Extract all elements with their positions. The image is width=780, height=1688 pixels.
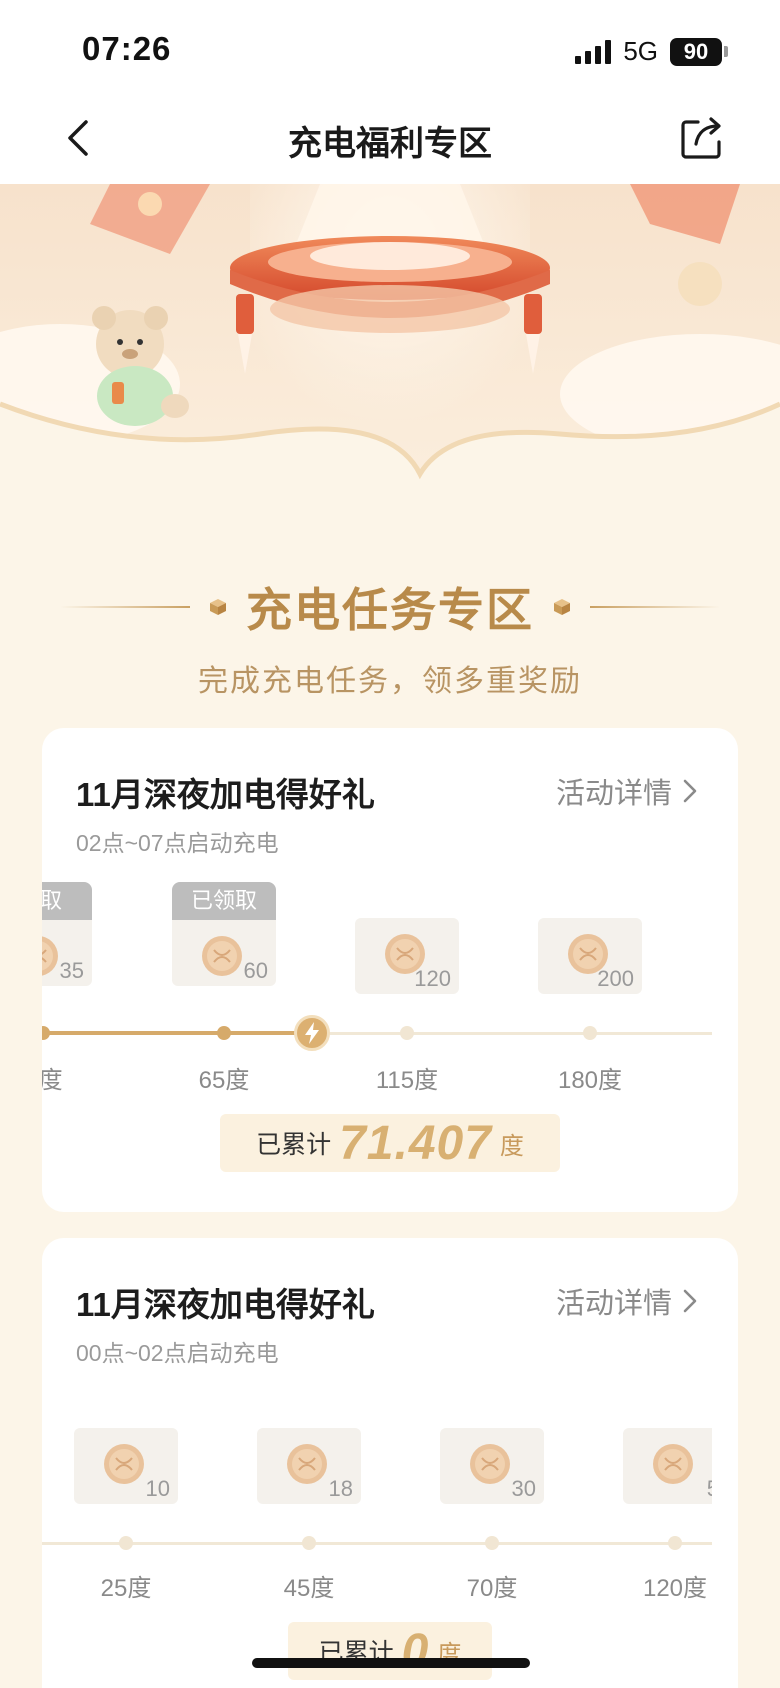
reward-track[interactable]: 10 18 30 5 25度 45度 70度: [42, 1428, 712, 1608]
status-time: 07:26: [82, 30, 172, 67]
total-value: 71.407: [339, 1116, 492, 1170]
reward-amount: 200: [597, 966, 634, 991]
coin-icon: [287, 1444, 327, 1484]
milestone-dot: [485, 1536, 499, 1550]
milestone-label: 65度: [198, 1067, 250, 1094]
reward-track[interactable]: 领取 35 已领取 60 120 200: [42, 882, 738, 1102]
reward-amount: 35: [59, 958, 84, 983]
reward-amount: 30: [511, 1476, 536, 1501]
claimed-badge: 已领取: [172, 882, 276, 920]
cube-icon: [210, 599, 226, 615]
divider-line: [590, 606, 720, 608]
promo-banner: [0, 184, 780, 484]
reward-amount: 10: [145, 1476, 170, 1501]
task-card: 11月深夜加电得好礼 活动详情 02点~07点启动充电 领取 35 已领取 60: [42, 728, 738, 1212]
lightning-icon: [305, 1022, 319, 1044]
milestone-label: 25度: [100, 1575, 152, 1602]
status-indicators: 5G 90: [575, 36, 728, 67]
total-label: 已累计: [256, 1131, 332, 1159]
nav-bar: 充电福利专区: [0, 96, 780, 184]
coin-icon: [202, 936, 242, 976]
activity-detail-link[interactable]: 活动详情: [556, 1280, 698, 1322]
divider-line: [60, 606, 190, 608]
battery-icon: 90: [670, 37, 728, 66]
milestone-label: 70度: [466, 1575, 518, 1602]
card-title: 11月深夜加电得好礼: [76, 776, 375, 813]
milestone-label: 115度: [375, 1067, 439, 1094]
chevron-right-icon: [683, 779, 697, 803]
milestone-dot: [217, 1026, 231, 1040]
cube-icon: [554, 599, 570, 615]
milestone-dot: [302, 1536, 316, 1550]
milestone-dot: [400, 1026, 414, 1040]
coin-icon: [104, 1444, 144, 1484]
milestone-dot: [668, 1536, 682, 1550]
card-title: 11月深夜加电得好礼: [76, 1286, 375, 1323]
milestone-dot: [583, 1026, 597, 1040]
claimed-badge: 领取: [42, 882, 92, 920]
home-indicator[interactable]: [252, 1658, 530, 1668]
signal-icon: [575, 39, 612, 64]
activity-detail-link[interactable]: 活动详情: [556, 770, 698, 812]
activity-detail-label: 活动详情: [555, 1288, 672, 1320]
card-time-range: 02点~07点启动充电: [76, 830, 279, 856]
milestone-dot: [42, 1026, 50, 1040]
total-unit: 度: [499, 1132, 524, 1160]
charge-progress-marker: [294, 1015, 330, 1051]
card-time-range: 00点~02点启动充电: [76, 1340, 279, 1366]
activity-detail-label: 活动详情: [555, 778, 672, 810]
coin-icon: [42, 936, 58, 976]
page-title: 充电福利专区: [288, 125, 492, 163]
share-button[interactable]: [676, 112, 728, 164]
coin-icon: [470, 1444, 510, 1484]
task-card: 11月深夜加电得好礼 活动详情 00点~02点启动充电 10 18 30 25度…: [42, 1238, 738, 1688]
chevron-right-icon: [683, 1289, 697, 1313]
reward-amount: 60: [243, 958, 268, 983]
progress-track: [42, 1542, 712, 1545]
coin-icon: [653, 1444, 693, 1484]
milestone-label: 0度: [42, 1067, 63, 1094]
section-title: 充电任务专区: [246, 584, 534, 636]
accumulated-total: 已累计 71.407 度: [220, 1114, 560, 1172]
milestone-label: 180度: [557, 1067, 623, 1094]
total-value: 0: [401, 1624, 430, 1678]
milestone-label: 45度: [283, 1575, 335, 1602]
share-icon: [681, 117, 721, 159]
reward-amount: 18: [328, 1476, 353, 1501]
milestone-dot: [119, 1536, 133, 1550]
milestone-label: 120度: [642, 1575, 708, 1602]
progress-fill: [42, 1031, 312, 1035]
reward-amount: 120: [414, 966, 451, 991]
task-section-header: 充电任务专区 完成充电任务，领多重奖励: [0, 574, 780, 700]
status-bar: 07:26 5G 90: [0, 0, 780, 96]
accumulated-total: 已累计 0 度: [288, 1622, 492, 1680]
section-subtitle: 完成充电任务，领多重奖励: [198, 665, 582, 698]
network-label: 5G: [623, 36, 658, 66]
battery-level: 90: [670, 37, 722, 66]
banner-illustration: [0, 184, 780, 484]
reward-amount: 5: [707, 1476, 712, 1502]
